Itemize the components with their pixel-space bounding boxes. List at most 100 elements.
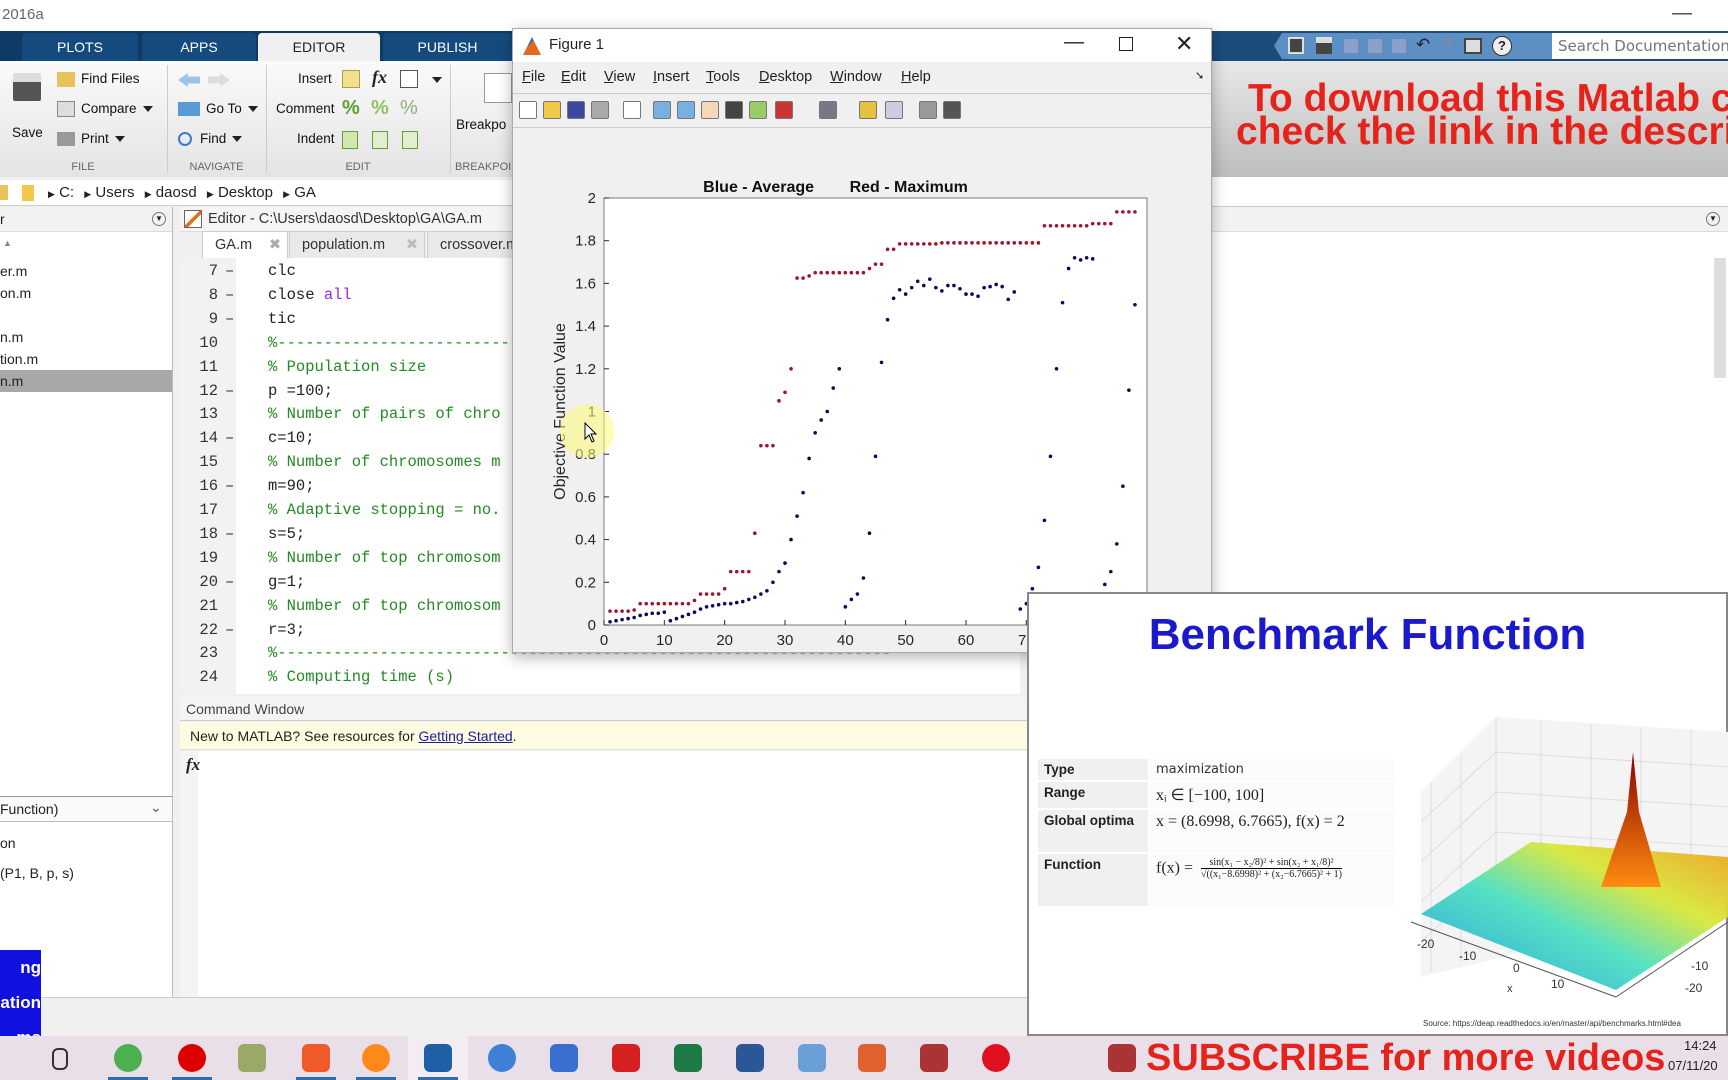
- decrease-indent-icon[interactable]: [402, 131, 418, 149]
- brush-icon[interactable]: [775, 101, 793, 119]
- save-button[interactable]: Save: [8, 69, 48, 149]
- dock-arrow-icon[interactable]: ➘: [1195, 69, 1204, 82]
- details-dropdown[interactable]: Function) ⌄: [0, 796, 172, 822]
- minimize-button[interactable]: —: [1064, 31, 1084, 54]
- figure-menu-tools[interactable]: Tools: [706, 69, 740, 85]
- paste-icon[interactable]: [1392, 39, 1406, 53]
- find-files-button[interactable]: Find Files: [57, 71, 140, 87]
- print-button[interactable]: Print: [57, 131, 125, 147]
- open-icon[interactable]: [543, 101, 561, 119]
- figure-menu-window[interactable]: Window: [830, 69, 882, 85]
- close-icon[interactable]: ✖: [406, 232, 418, 259]
- scrollbar[interactable]: [1714, 258, 1726, 378]
- line-number[interactable]: 12: [180, 379, 218, 403]
- code-line[interactable]: 24 % Computing time (s): [180, 665, 1020, 689]
- tab-apps[interactable]: APPS: [142, 33, 256, 61]
- matlab-icon[interactable]: [424, 1044, 452, 1072]
- line-number[interactable]: 15: [180, 450, 218, 474]
- spider-icon[interactable]: [920, 1044, 948, 1072]
- pointer-icon[interactable]: [623, 101, 641, 119]
- figure-menu-view[interactable]: View: [604, 69, 635, 85]
- breakpoints-button[interactable]: Breakpo: [456, 117, 512, 132]
- function-browser-icon[interactable]: fx: [186, 755, 200, 775]
- breakpoint-marker[interactable]: –: [225, 379, 234, 403]
- opera-icon[interactable]: [982, 1044, 1010, 1072]
- line-number[interactable]: 8: [180, 283, 218, 307]
- autocad-icon[interactable]: [612, 1044, 640, 1072]
- getting-started-link[interactable]: Getting Started: [419, 728, 513, 744]
- undo-icon[interactable]: ↶: [1416, 35, 1430, 55]
- colorbar-icon[interactable]: [859, 101, 877, 119]
- breakpoint-marker[interactable]: –: [225, 474, 234, 498]
- new-figure-icon[interactable]: [519, 101, 537, 119]
- redo-icon[interactable]: ↷: [1440, 35, 1454, 55]
- breadcrumb-item[interactable]: daosd: [156, 184, 197, 201]
- data-cursor-icon[interactable]: [749, 101, 767, 119]
- figure-menu-help[interactable]: Help: [901, 69, 931, 85]
- figure-menu-file[interactable]: File: [522, 69, 545, 85]
- save-icon[interactable]: [567, 101, 585, 119]
- tab-editor[interactable]: EDITOR: [258, 33, 380, 61]
- panel-menu-icon[interactable]: ▼: [1706, 212, 1720, 226]
- smart-indent-icon[interactable]: [342, 131, 358, 149]
- help-icon[interactable]: ?: [1492, 36, 1512, 56]
- tab-population-m[interactable]: population.m ✖: [289, 231, 425, 258]
- cut-icon[interactable]: [1344, 39, 1358, 53]
- figure-menu-insert[interactable]: Insert: [653, 69, 689, 85]
- file-item[interactable]: on.m: [0, 282, 172, 304]
- rotate-icon[interactable]: [725, 101, 743, 119]
- print-icon[interactable]: [591, 101, 609, 119]
- brave-icon[interactable]: [302, 1044, 330, 1072]
- comment-icon[interactable]: %: [342, 97, 360, 120]
- breakpoints-icon[interactable]: [484, 73, 512, 103]
- zoom-in-icon[interactable]: [653, 101, 671, 119]
- line-number[interactable]: 10: [180, 331, 218, 355]
- find-button[interactable]: Find: [178, 131, 243, 147]
- save-icon[interactable]: [1316, 37, 1332, 54]
- breakpoint-marker[interactable]: –: [225, 307, 234, 331]
- hide-tools-icon[interactable]: [919, 101, 937, 119]
- copy-icon[interactable]: [1368, 39, 1382, 53]
- figure-menu-edit[interactable]: Edit: [561, 69, 586, 85]
- mp3tag-icon[interactable]: [238, 1044, 266, 1072]
- clock-time[interactable]: 14:24: [1684, 1038, 1717, 1053]
- insert-function-icon[interactable]: fx: [372, 67, 387, 88]
- line-number[interactable]: 23: [180, 641, 218, 665]
- uncomment-icon[interactable]: %: [371, 97, 389, 120]
- app-icon[interactable]: [488, 1044, 516, 1072]
- file-item[interactable]: er.m: [0, 260, 172, 282]
- sort-ascending-icon[interactable]: ▲: [3, 238, 12, 248]
- breadcrumb-item[interactable]: Users: [95, 184, 134, 201]
- minimize-button[interactable]: —: [1672, 2, 1692, 25]
- media-icon[interactable]: [858, 1044, 886, 1072]
- line-number[interactable]: 21: [180, 594, 218, 618]
- pan-icon[interactable]: [701, 101, 719, 119]
- compare-button[interactable]: Compare: [57, 101, 153, 118]
- insert-section-icon[interactable]: [342, 70, 360, 88]
- line-number[interactable]: 18: [180, 522, 218, 546]
- link-icon[interactable]: [819, 101, 837, 119]
- insert-dropdown-icon[interactable]: [432, 77, 442, 83]
- search-documentation-input[interactable]: [1552, 33, 1728, 59]
- excel-icon[interactable]: [674, 1044, 702, 1072]
- line-number[interactable]: 11: [180, 355, 218, 379]
- line-number[interactable]: 19: [180, 546, 218, 570]
- forward-arrow-icon[interactable]: [208, 73, 230, 87]
- show-tools-icon[interactable]: [943, 101, 961, 119]
- maximize-button[interactable]: [1119, 37, 1133, 51]
- line-number[interactable]: 9: [180, 307, 218, 331]
- clock-date[interactable]: 07/11/20: [1668, 1058, 1718, 1073]
- figure-menu-desktop[interactable]: Desktop: [759, 69, 812, 85]
- new-script-icon[interactable]: [1288, 37, 1304, 54]
- wrap-comment-icon[interactable]: %: [400, 97, 418, 120]
- go-to-button[interactable]: Go To: [178, 101, 258, 117]
- pen-tool-icon[interactable]: [798, 1044, 826, 1072]
- tab-ga-m[interactable]: GA.m ✖: [202, 231, 288, 258]
- legend-icon[interactable]: [885, 101, 903, 119]
- file-item[interactable]: [0, 304, 172, 326]
- breadcrumb-item[interactable]: GA: [294, 184, 316, 201]
- breadcrumb-item[interactable]: Desktop: [218, 184, 273, 201]
- breakpoint-marker[interactable]: –: [225, 522, 234, 546]
- breakpoint-marker[interactable]: –: [225, 618, 234, 642]
- file-item[interactable]: n.m: [0, 326, 172, 348]
